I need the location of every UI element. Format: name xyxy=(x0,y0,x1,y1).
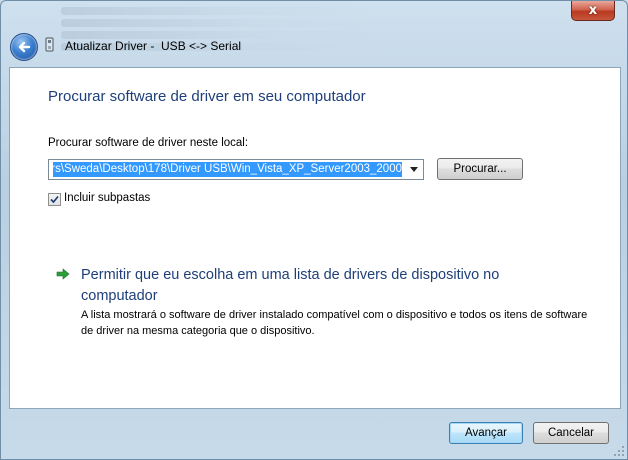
window-title: Atualizar Driver - USB <-> Serial xyxy=(65,39,242,53)
back-arrow-icon xyxy=(18,41,31,53)
pick-from-list-option[interactable]: Permitir que eu escolha em uma lista de … xyxy=(81,265,541,307)
close-button[interactable]: x xyxy=(571,1,615,21)
location-label: Procurar software de driver neste local: xyxy=(48,137,249,149)
wizard-content: Procurar software de driver em seu compu… xyxy=(9,67,621,409)
browse-button[interactable]: Procurar... xyxy=(437,158,523,180)
include-subfolders-label[interactable]: Incluir subpastas xyxy=(64,192,150,204)
cancel-button[interactable]: Cancelar xyxy=(533,422,609,444)
next-button[interactable]: Avançar xyxy=(449,422,523,444)
pick-from-list-description: A lista mostrará o software de driver in… xyxy=(81,309,588,337)
page-heading: Procurar software de driver em seu compu… xyxy=(48,88,366,105)
include-subfolders-checkbox[interactable] xyxy=(48,193,61,206)
back-button[interactable] xyxy=(10,33,38,61)
checkmark-icon xyxy=(50,195,59,204)
green-arrow-icon xyxy=(56,268,70,280)
dialog-window: x Atualizar Driver - USB <-> Serial Proc… xyxy=(0,0,628,460)
path-input-value[interactable]: ers\Sweda\Desktop\178\Driver USB\Win_Vis… xyxy=(53,162,402,177)
chevron-down-icon xyxy=(410,167,418,172)
close-icon: x xyxy=(588,3,598,18)
dropdown-button[interactable] xyxy=(407,162,421,177)
resize-grip-icon[interactable] xyxy=(613,445,625,457)
path-combobox[interactable]: ers\Sweda\Desktop\178\Driver USB\Win_Vis… xyxy=(48,159,424,180)
usb-device-icon xyxy=(45,37,54,52)
